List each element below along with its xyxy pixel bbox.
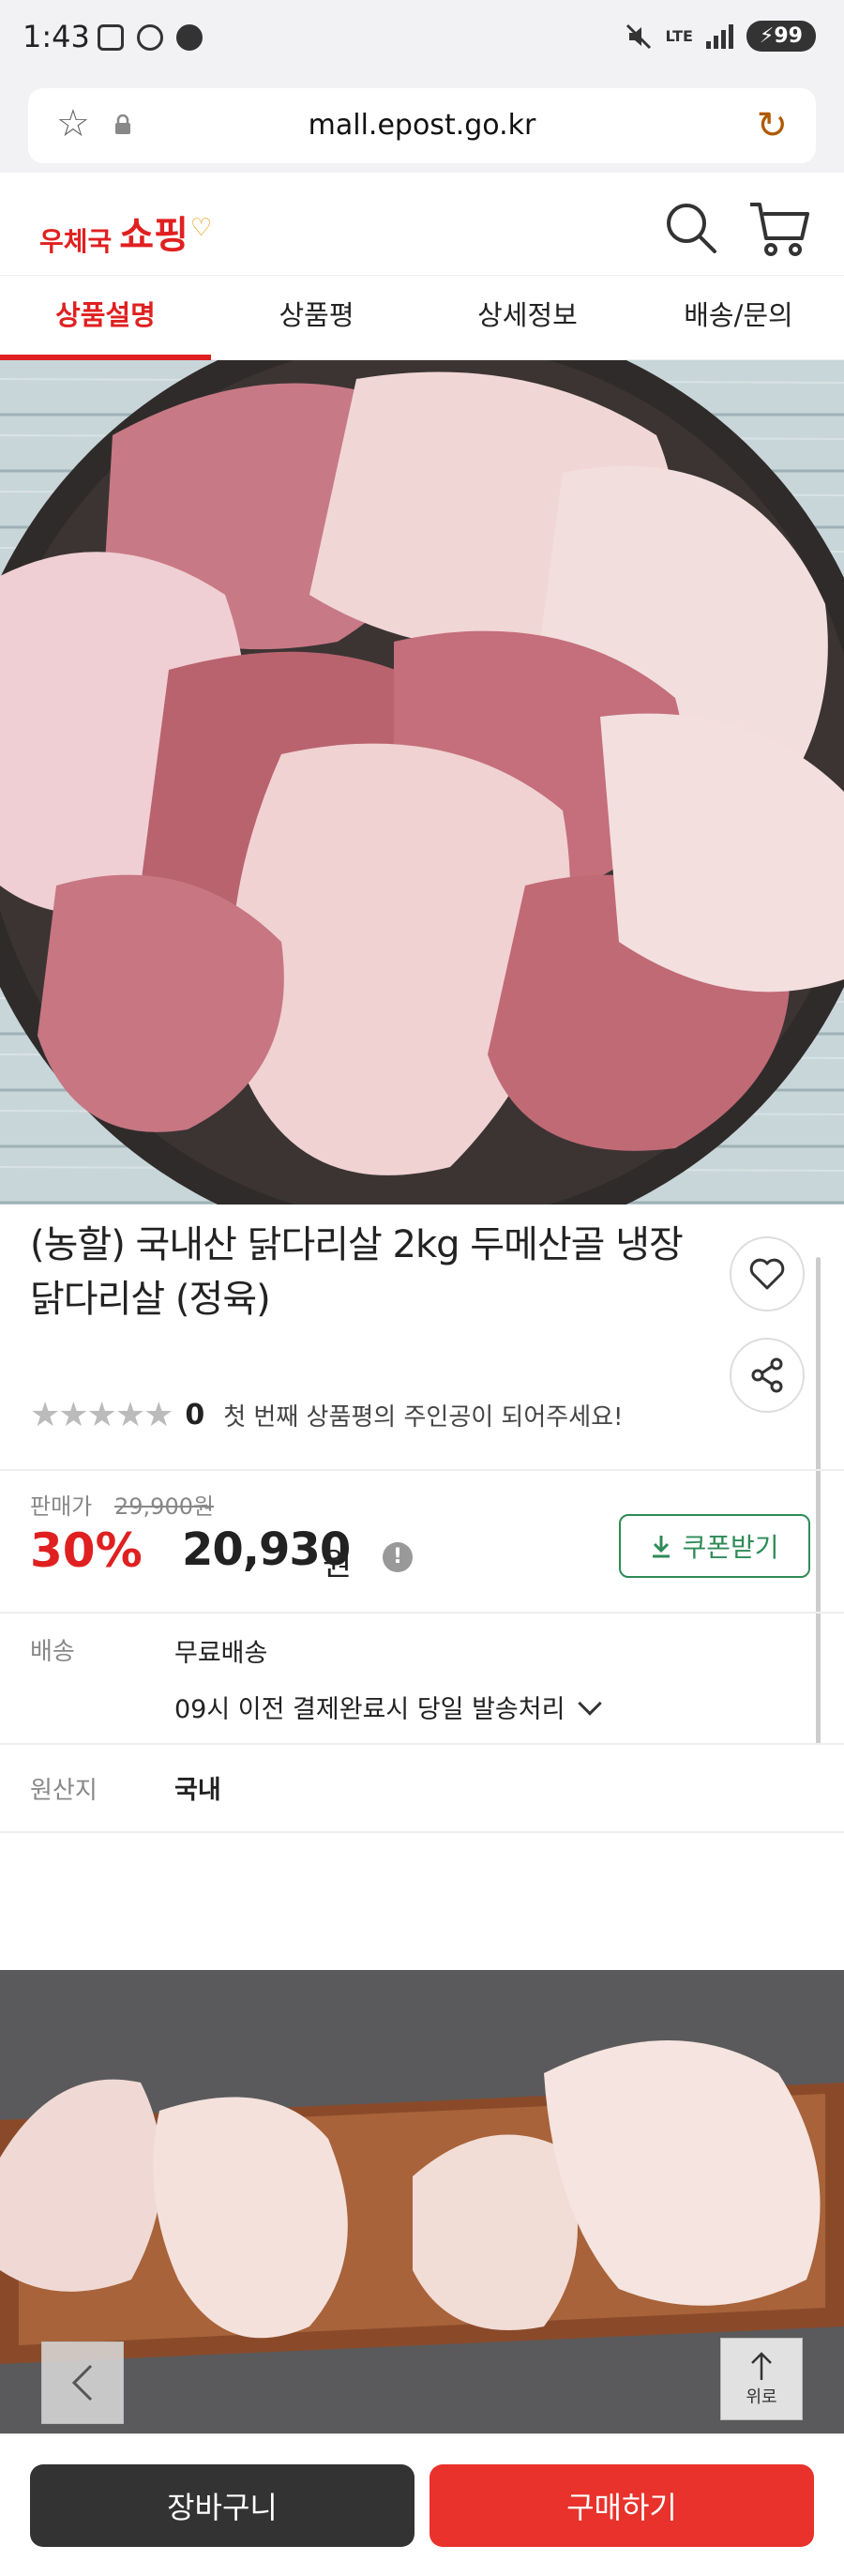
chevron-down-icon (578, 1691, 603, 1716)
chevron-left-icon (71, 2364, 93, 2402)
browser-toolbar: ☆ mall.epost.go.kr ↻ (0, 79, 844, 173)
site-header: 우체국 쇼핑 ♡ (0, 173, 844, 276)
signal-icon (705, 23, 733, 49)
site-logo[interactable]: 우체국 쇼핑 ♡ (39, 205, 218, 259)
bottom-action-bar: 장바구니 구매하기 (0, 2433, 844, 2576)
share-icon (751, 1357, 783, 1393)
tab-reviews[interactable]: 상품평 (211, 276, 422, 359)
tab-description[interactable]: 상품설명 (0, 276, 211, 360)
product-tabs: 상품설명 상품평 상세정보 배송/문의 (0, 276, 844, 360)
price-currency: 원 (323, 1546, 353, 1583)
url-text[interactable]: mall.epost.go.kr (28, 109, 816, 142)
divider (0, 1612, 844, 1614)
screenshot-icon (98, 24, 124, 51)
price-info-icon[interactable]: ! (383, 1542, 413, 1572)
heart-icon (749, 1258, 785, 1290)
prev-image-button[interactable] (41, 2341, 124, 2424)
scrollbar[interactable] (816, 1257, 821, 1745)
scroll-top-button[interactable]: 위로 (720, 2338, 803, 2420)
status-time: 1:43 (23, 19, 90, 54)
cart-icon[interactable] (748, 199, 810, 257)
search-icon[interactable] (662, 199, 720, 257)
rating-count: 0 (185, 1399, 205, 1432)
price-label: 판매가 (30, 1493, 93, 1520)
discount-rate: 30% (30, 1523, 143, 1578)
rating-message: 첫 번째 상품평의 주인공이 되어주세요! (223, 1403, 624, 1432)
cloud-icon (176, 24, 203, 51)
origin-label: 원산지 (30, 1777, 98, 1805)
rating-stars-icon: ★★★★★ (30, 1396, 173, 1434)
arrow-up-icon (751, 2352, 772, 2380)
app-icon (137, 24, 163, 51)
address-bar[interactable]: ☆ mall.epost.go.kr ↻ (28, 88, 816, 163)
tab-details[interactable]: 상세정보 (422, 276, 633, 359)
shipping-value: 무료배송 (174, 1639, 268, 1668)
origin-value: 국내 (174, 1776, 221, 1805)
network-type: LTE (665, 26, 693, 45)
divider (0, 1469, 844, 1471)
mute-icon (625, 23, 651, 49)
buy-now-button[interactable]: 구매하기 (430, 2464, 814, 2547)
product-title: (농할) 국내산 닭다리살 2kg 두메산골 냉장 닭다리살 (정육) (30, 1223, 684, 1321)
shipping-note: 09시 이전 결제완료시 당일 발송처리 (174, 1695, 565, 1724)
shipping-label: 배송 (30, 1638, 75, 1666)
product-detail-image (0, 1970, 844, 2433)
divider (0, 1743, 844, 1745)
battery-indicator: ⚡99 (746, 21, 816, 52)
add-to-cart-button[interactable]: 장바구니 (30, 2464, 414, 2547)
divider (0, 1831, 844, 1833)
share-button[interactable] (730, 1338, 805, 1413)
status-notification-icons (98, 24, 203, 51)
wishlist-button[interactable] (730, 1236, 805, 1311)
tab-shipping-inquiry[interactable]: 배송/문의 (633, 276, 844, 359)
download-icon (653, 1536, 671, 1558)
status-bar: 1:43 LTE ⚡99 (0, 0, 844, 79)
shipping-note-toggle[interactable]: 09시 이전 결제완료시 당일 발송처리 (174, 1689, 603, 1725)
logo-heart-icon: ♡ (189, 214, 213, 242)
original-price: 29,900원 (114, 1493, 215, 1520)
reload-icon[interactable]: ↻ (756, 107, 788, 144)
coupon-button[interactable]: 쿠폰받기 (619, 1514, 810, 1578)
rating-row[interactable]: ★★★★★ 0 첫 번째 상품평의 주인공이 되어주세요! (30, 1396, 623, 1434)
product-main-image (0, 360, 844, 1205)
